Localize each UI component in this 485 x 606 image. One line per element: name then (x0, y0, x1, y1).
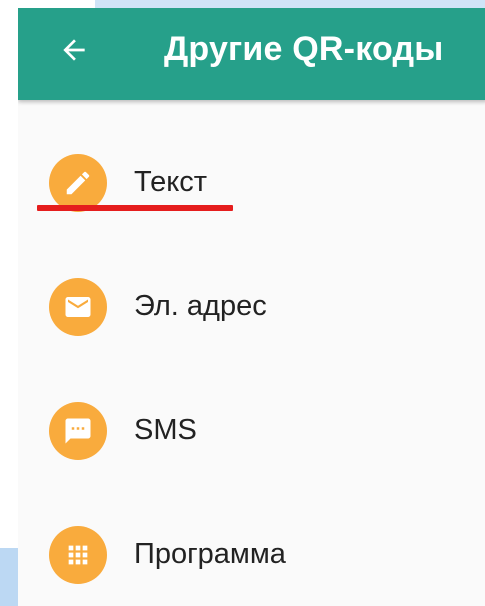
app-toolbar: Другие QR-коды (18, 8, 485, 100)
pencil-icon (49, 154, 107, 212)
back-button[interactable] (46, 24, 102, 80)
envelope-icon (49, 278, 107, 336)
screenshot-stage: Другие QR-коды Текст Эл. адрес SMS Прогр… (0, 0, 485, 606)
message-icon (49, 402, 107, 460)
background-strip-top (95, 0, 485, 8)
list-item-sms[interactable]: SMS (18, 348, 485, 472)
list-item-label: Программа (134, 538, 286, 570)
list-item-label: SMS (134, 414, 197, 446)
highlight-underline (37, 205, 233, 211)
qr-type-list: Текст Эл. адрес SMS Программа (18, 100, 485, 596)
list-item-email[interactable]: Эл. адрес (18, 224, 485, 348)
arrow-back-icon (58, 34, 90, 71)
app-screen: Другие QR-коды Текст Эл. адрес SMS Прогр… (18, 8, 485, 606)
list-item-label: Эл. адрес (134, 290, 267, 322)
list-item-label: Текст (134, 166, 208, 198)
background-strip-bottom (0, 548, 18, 606)
page-title: Другие QR-коды (164, 30, 444, 68)
apps-grid-icon (49, 526, 107, 584)
list-item-app[interactable]: Программа (18, 472, 485, 596)
